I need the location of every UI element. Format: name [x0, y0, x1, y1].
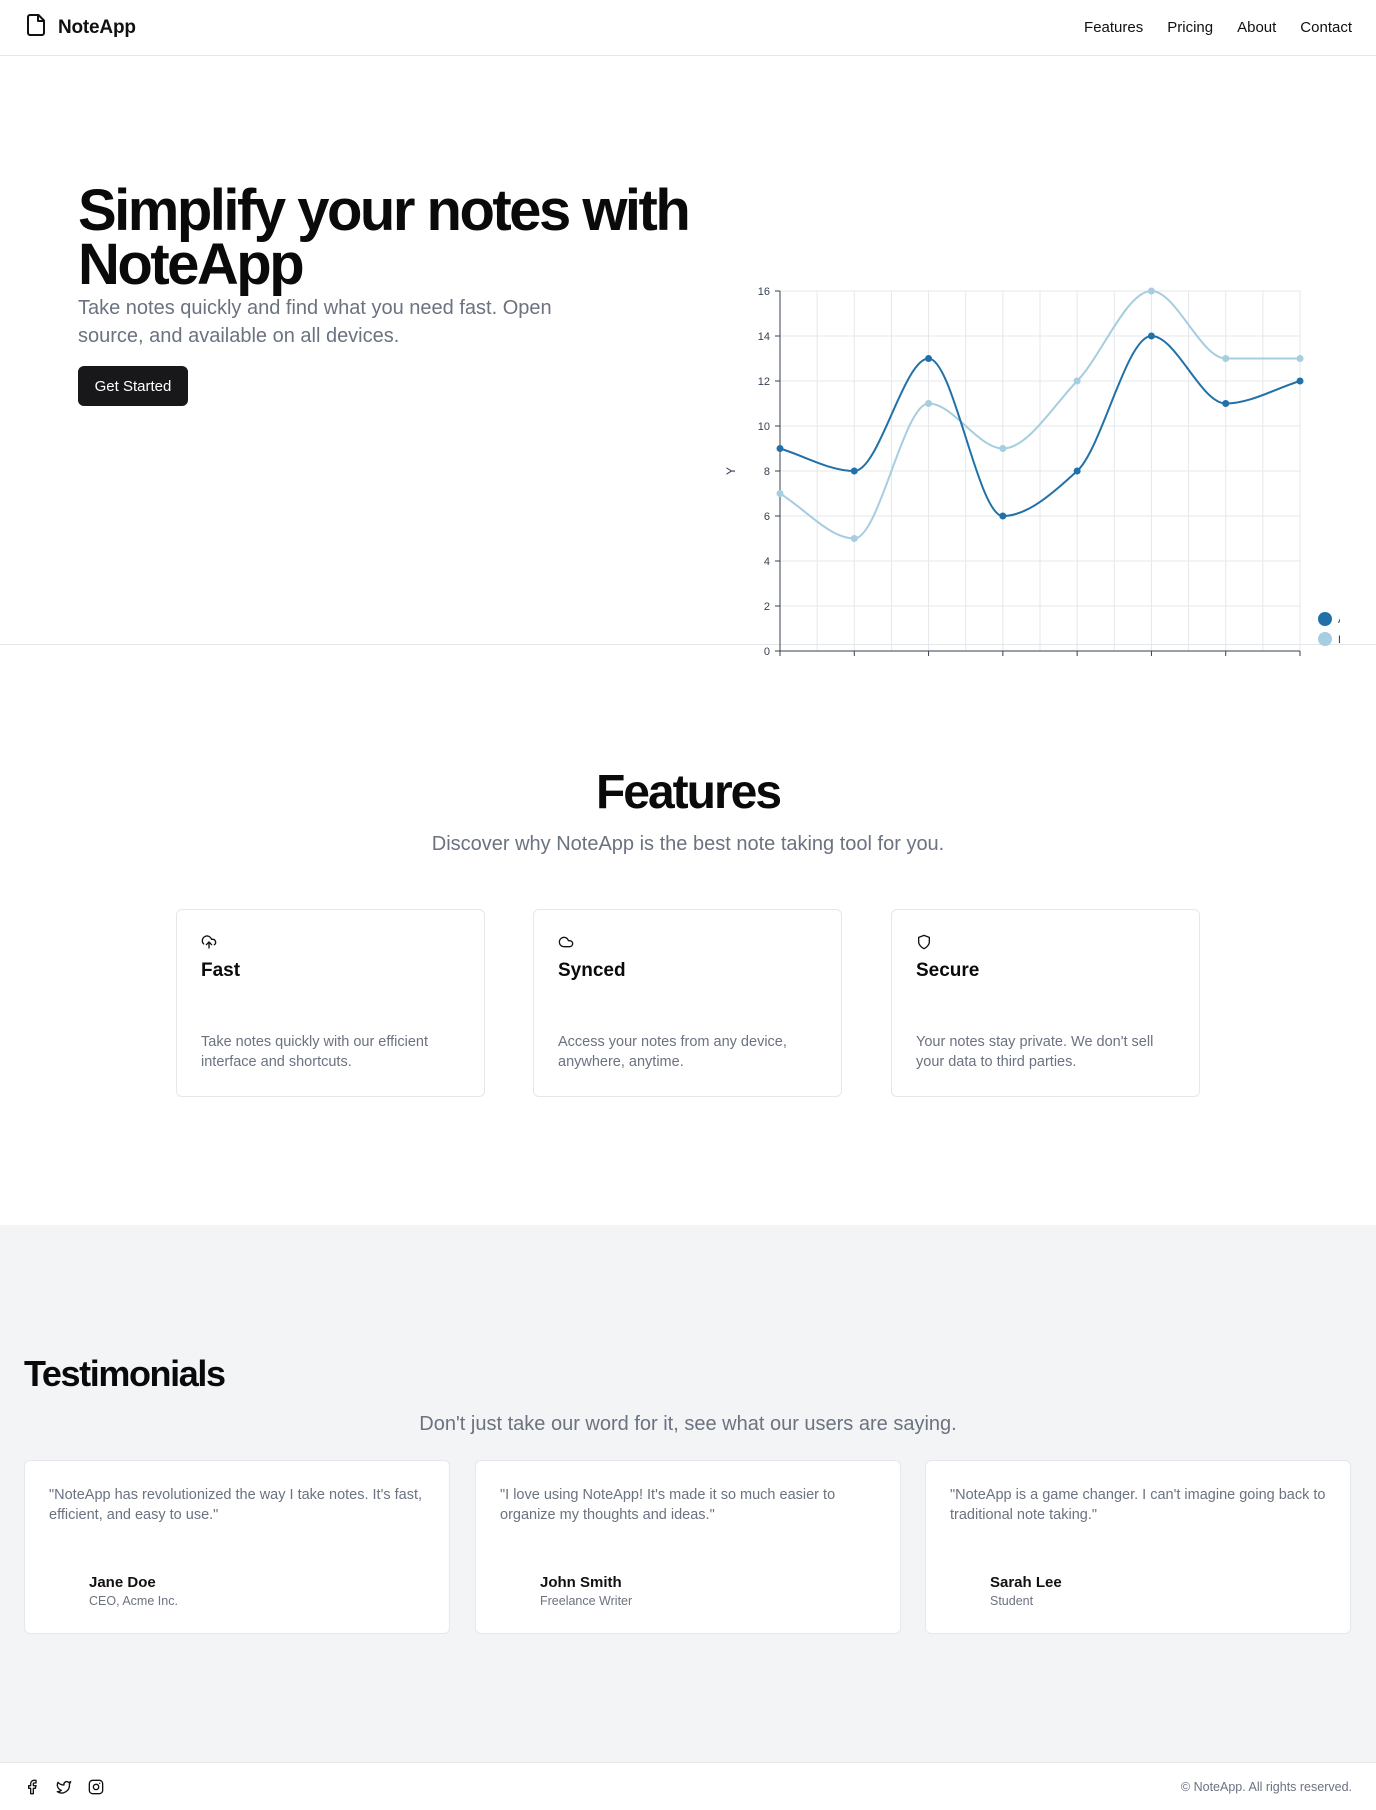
feature-card-synced: Synced Access your notes from any device…: [533, 909, 842, 1097]
features-subtitle: Discover why NoteApp is the best note ta…: [431, 833, 945, 855]
features-title: Features: [595, 766, 782, 819]
y-tick-label: 12: [758, 376, 770, 388]
testimonial-role: Student: [990, 1594, 1034, 1608]
y-tick-label: 4: [764, 556, 770, 568]
testimonials-title: Testimonials: [24, 1353, 226, 1394]
brand[interactable]: NoteApp: [24, 13, 136, 42]
testimonials-subtitle: Don't just take our word for it, see wha…: [419, 1413, 957, 1435]
nav-link-features[interactable]: Features: [1084, 19, 1143, 36]
testimonial-card: "I love using NoteApp! It's made it so m…: [475, 1460, 901, 1634]
file-icon: [24, 13, 48, 42]
brand-name: NoteApp: [58, 16, 136, 38]
feature-title: Secure: [916, 960, 980, 981]
site-header: NoteApp Features Pricing About Contact: [0, 0, 1376, 56]
legend-swatch-a: [1318, 612, 1332, 626]
testimonial-quote: "I love using NoteApp! It's made it so m…: [500, 1487, 836, 1523]
y-tick-label: 16: [758, 286, 770, 298]
line-chart: 0246810121416Jan 01Jan 02Jan 03Jan 04Jan…: [720, 216, 1340, 656]
testimonial-name: John Smith: [540, 1574, 622, 1591]
y-tick-label: 2: [764, 601, 770, 613]
nav-link-about[interactable]: About: [1237, 19, 1276, 36]
legend-label-a: A: [1338, 614, 1340, 626]
chart-svg: 0246810121416Jan 01Jan 02Jan 03Jan 04Jan…: [724, 286, 1340, 656]
social-links: [24, 1779, 104, 1795]
twitter-icon[interactable]: [56, 1779, 72, 1795]
data-point-a: [1147, 332, 1155, 340]
main-nav: Features Pricing About Contact: [1084, 19, 1352, 36]
feature-description: Your notes stay private. We don't sell y…: [916, 1034, 1154, 1070]
data-point-b: [925, 400, 933, 407]
feature-card-secure: Secure Your notes stay private. We don't…: [891, 909, 1200, 1097]
y-axis-label: Y: [724, 467, 738, 475]
y-tick-label: 10: [758, 421, 770, 433]
feature-description: Access your notes from any device, anywh…: [558, 1034, 787, 1070]
site-footer: © NoteApp. All rights reserved.: [0, 1762, 1376, 1810]
testimonial-role: CEO, Acme Inc.: [89, 1594, 178, 1608]
feature-card-fast: Fast Take notes quickly with our efficie…: [176, 909, 485, 1097]
data-point-a: [1073, 467, 1081, 475]
nav-link-contact[interactable]: Contact: [1300, 19, 1352, 36]
data-point-b: [1073, 377, 1081, 385]
cloud-icon: [558, 934, 574, 950]
testimonial-role: Freelance Writer: [540, 1594, 633, 1608]
y-tick-label: 8: [764, 466, 770, 478]
features-section: Features Discover why NoteApp is the bes…: [0, 645, 1376, 1225]
nav-link-pricing[interactable]: Pricing: [1167, 19, 1213, 36]
testimonial-quote: "NoteApp has revolutionized the way I ta…: [49, 1487, 423, 1523]
data-point-a: [925, 355, 933, 362]
feature-title: Synced: [558, 960, 626, 981]
data-point-b: [1222, 355, 1230, 362]
data-point-b: [1296, 355, 1304, 362]
data-point-b: [1147, 287, 1155, 295]
get-started-button[interactable]: Get Started: [78, 366, 188, 406]
data-point-a: [776, 445, 784, 452]
testimonial-quote: "NoteApp is a game changer. I can't imag…: [950, 1487, 1326, 1523]
testimonial-name: Sarah Lee: [990, 1574, 1062, 1591]
testimonials-section: Testimonials Don't just take our word fo…: [0, 1225, 1376, 1762]
data-point-a: [850, 467, 858, 475]
instagram-icon[interactable]: [88, 1779, 104, 1795]
testimonial-card: "NoteApp is a game changer. I can't imag…: [925, 1460, 1351, 1634]
feature-title: Fast: [201, 960, 241, 981]
hero-subtitle: Take notes quickly and find what you nee…: [78, 297, 552, 347]
testimonial-name: Jane Doe: [89, 1574, 156, 1591]
y-tick-label: 14: [758, 331, 770, 343]
cloud-upload-icon: [201, 934, 217, 950]
data-point-a: [1296, 377, 1304, 385]
copyright-text: © NoteApp. All rights reserved.: [1180, 1780, 1352, 1794]
data-point-b: [776, 490, 784, 497]
facebook-icon[interactable]: [24, 1779, 40, 1795]
y-tick-label: 6: [764, 511, 770, 523]
shield-icon: [916, 934, 932, 950]
data-point-b: [999, 445, 1007, 452]
data-point-a: [999, 512, 1007, 520]
legend-swatch-b: [1318, 632, 1332, 646]
data-point-b: [850, 535, 858, 542]
data-point-a: [1222, 400, 1230, 407]
hero-section: Simplify your notes with NoteApp Take no…: [0, 56, 1376, 656]
testimonial-card: "NoteApp has revolutionized the way I ta…: [24, 1460, 450, 1634]
hero-title: Simplify your notes with NoteApp: [78, 178, 691, 297]
feature-description: Take notes quickly with our efficient in…: [201, 1034, 429, 1070]
